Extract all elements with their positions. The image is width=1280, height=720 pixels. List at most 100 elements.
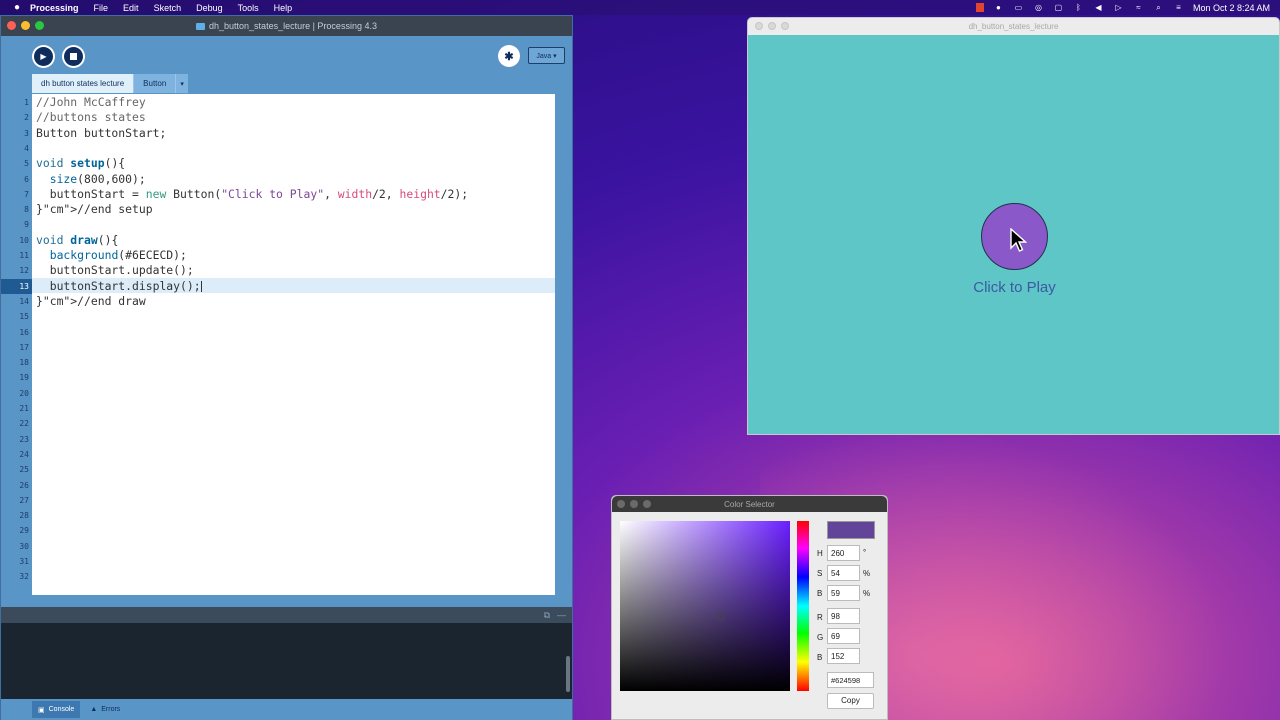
sketch-window-title: dh_button_states_lecture (968, 22, 1059, 31)
line-number: 14 (19, 296, 29, 306)
wifi-icon[interactable]: ≈ (1133, 3, 1144, 12)
apple-menu-icon[interactable]: ● (6, 2, 28, 13)
screen-share-icon[interactable]: ▭ (1013, 3, 1024, 12)
line-number: 25 (19, 465, 29, 475)
blue-field[interactable]: 152 (827, 648, 860, 664)
spotlight-search-icon[interactable]: ⌕ (1153, 3, 1164, 12)
tab-console[interactable]: ▣ Console (32, 701, 81, 718)
line-number: 10 (19, 235, 29, 245)
user-icon[interactable]: ◎ (1033, 3, 1044, 12)
brightness-field[interactable]: 59 (827, 585, 860, 601)
play-status-icon[interactable]: ▷ (1113, 3, 1124, 12)
code-line[interactable]: buttonStart = new Button("Click to Play"… (36, 187, 468, 202)
ide-titlebar[interactable]: dh_button_states_lecture | Processing 4.… (1, 16, 572, 36)
play-icon: ▶ (34, 47, 53, 66)
stop-icon (64, 47, 83, 66)
copy-button[interactable]: Copy (827, 693, 874, 709)
text-caret (200, 280, 202, 292)
menu-file[interactable]: File (94, 3, 109, 13)
mouse-pointer-icon (1010, 228, 1028, 252)
dropbox-icon[interactable]: ▢ (1053, 3, 1064, 12)
code-line[interactable]: size(800,600); (36, 172, 146, 187)
tab-menu-arrow[interactable]: ▾ (175, 74, 188, 93)
console-tabs: ▣ Console ▲ Errors (1, 699, 572, 720)
menu-sketch[interactable]: Sketch (154, 3, 182, 13)
line-number: 27 (19, 495, 29, 505)
tab-errors[interactable]: ▲ Errors (84, 701, 126, 718)
saturation-field[interactable]: 54 (827, 565, 860, 581)
red-field[interactable]: 98 (827, 608, 860, 624)
sketch-minimize-button[interactable] (768, 22, 776, 30)
color-selector-close-button[interactable] (617, 500, 625, 508)
menu-tools[interactable]: Tools (238, 3, 259, 13)
line-number: 20 (19, 388, 29, 398)
line-number: 21 (19, 404, 29, 413)
code-line[interactable]: buttonStart.display(); (36, 279, 202, 294)
menu-edit[interactable]: Edit (123, 3, 139, 13)
code-line[interactable]: Button buttonStart; (36, 126, 166, 141)
picker-marker[interactable] (717, 613, 724, 620)
color-selector-minimize-button[interactable] (630, 500, 638, 508)
editor-console-divider[interactable]: ⧉ — (1, 607, 572, 623)
line-number: 29 (19, 526, 29, 536)
play-button-label: Click to Play (973, 279, 1056, 296)
mode-selector[interactable]: Java ▾ (528, 47, 565, 64)
minimize-window-button[interactable] (21, 21, 30, 30)
close-window-button[interactable] (7, 21, 16, 30)
hue-field[interactable]: 260 (827, 545, 860, 561)
code-line[interactable]: }"cm">//end setup (36, 202, 153, 217)
debugger-button[interactable]: ✱ (498, 45, 520, 67)
code-line[interactable]: void setup(){ (36, 156, 125, 171)
clear-console-icon[interactable]: ⧉ (544, 610, 550, 621)
editor-scrollbar[interactable] (557, 94, 565, 595)
saturation-unit: % (863, 569, 871, 578)
sketch-titlebar[interactable]: dh_button_states_lecture (748, 18, 1279, 35)
line-number: 23 (19, 434, 29, 444)
code-line[interactable]: void draw(){ (36, 233, 118, 248)
tab-errors-label: Errors (101, 706, 121, 713)
sketch-zoom-button[interactable] (781, 22, 789, 30)
colorsync-icon[interactable]: ● (993, 3, 1004, 12)
sketch-output-window: dh_button_states_lecture Click to Play (747, 17, 1280, 435)
line-number: 5 (24, 159, 29, 169)
run-button[interactable]: ▶ (32, 45, 55, 68)
code-line[interactable]: background(#6ECECD); (36, 248, 187, 263)
ide-window-title: dh_button_states_lecture | Processing 4.… (209, 21, 377, 31)
record-status-icon[interactable] (975, 3, 984, 12)
code-line[interactable]: //John McCaffrey (36, 95, 146, 110)
line-number: 26 (19, 480, 29, 490)
volume-icon[interactable]: ◀ (1093, 3, 1104, 12)
sketch-close-button[interactable] (755, 22, 763, 30)
sketch-tabs: dh button states lecture Button ▾ (32, 74, 188, 93)
color-selector-titlebar[interactable]: Color Selector (612, 496, 887, 512)
menu-app-name[interactable]: Processing (30, 3, 79, 13)
line-number: 1 (24, 98, 29, 107)
code-line[interactable]: //buttons states (36, 110, 146, 125)
green-field[interactable]: 69 (827, 628, 860, 644)
stop-button[interactable] (62, 45, 85, 68)
line-number: 19 (19, 373, 29, 383)
zoom-window-button[interactable] (35, 21, 44, 30)
collapse-console-icon[interactable]: — (557, 610, 566, 620)
menu-debug[interactable]: Debug (196, 3, 223, 13)
line-number: 9 (24, 220, 29, 230)
saturation-brightness-picker[interactable] (620, 521, 790, 691)
console-output[interactable] (1, 623, 572, 699)
hex-field[interactable]: #624598 (827, 672, 874, 688)
control-center-icon[interactable]: ≡ (1173, 3, 1184, 12)
code-line[interactable]: }"cm">//end draw (36, 294, 146, 309)
code-editor[interactable]: //John McCaffrey//buttons states Button b… (32, 94, 555, 595)
tab-dh-button-states-lecture[interactable]: dh button states lecture (32, 74, 134, 93)
line-number: 16 (19, 327, 29, 337)
color-selector-zoom-button[interactable] (643, 500, 651, 508)
line-number: 11 (19, 251, 29, 260)
bluetooth-icon[interactable]: ᛒ (1073, 3, 1084, 12)
hue-slider[interactable] (797, 521, 809, 691)
tab-button[interactable]: Button (133, 74, 176, 93)
console-scrollbar[interactable] (566, 656, 570, 692)
code-line[interactable]: buttonStart.update(); (36, 263, 194, 278)
blue-label: B (817, 653, 823, 662)
line-number: 28 (19, 511, 29, 521)
menu-help[interactable]: Help (274, 3, 293, 13)
menubar-clock[interactable]: Mon Oct 2 8:24 AM (1193, 3, 1270, 13)
